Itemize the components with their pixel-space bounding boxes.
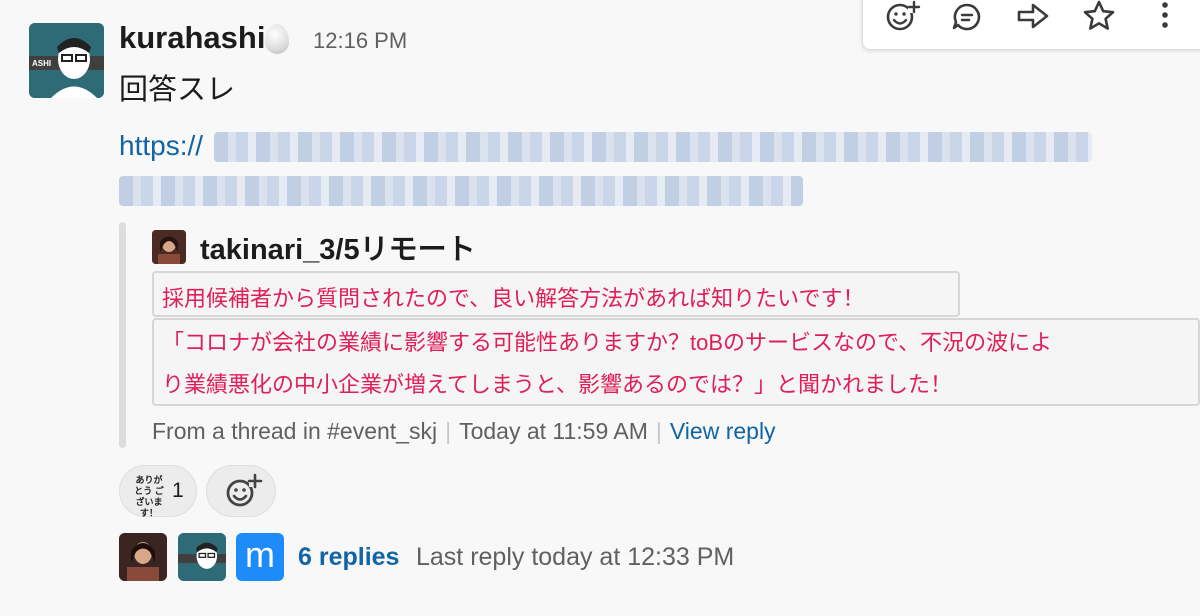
quote-code-line-1: 採用候補者から質問されたので、良い解答方法があれば知りたいです！: [152, 271, 960, 317]
add-reaction-icon: [226, 473, 263, 507]
quote-source-channel[interactable]: From a thread in #event_skj: [152, 418, 437, 444]
blurred-link-line-2[interactable]: [119, 176, 803, 206]
quote-time[interactable]: Today at 11:59 AM: [459, 418, 648, 444]
egg-status-icon: [265, 24, 289, 54]
add-reaction-button[interactable]: [206, 465, 276, 517]
message-actions-toolbar: [862, 0, 1200, 50]
add-reaction-icon[interactable]: [879, 0, 923, 35]
reply-avatar-kurahashi[interactable]: [178, 533, 226, 581]
quote-author-avatar: [152, 230, 186, 264]
message-link[interactable]: https://: [119, 130, 203, 162]
quote-author[interactable]: takinari_3/5リモート: [200, 226, 476, 268]
meta-separator: |: [655, 418, 662, 444]
arigatou-emoji-icon: ありがとう ございます！: [134, 475, 164, 518]
quote-text-2a: 「コロナが会社の業績に影響する可能性ありますか？toBのサービスなので、不況の波…: [162, 330, 1053, 355]
message-timestamp[interactable]: 12:16 PM: [313, 28, 407, 54]
quote-code-block-2: 「コロナが会社の業績に影響する可能性ありますか？toBのサービスなので、不況の波…: [152, 318, 1200, 406]
share-icon[interactable]: [1011, 0, 1055, 35]
message-text: 回答スレ: [119, 74, 236, 106]
quote-text-1: 採用候補者から質問されたので、良い解答方法があれば知りたいです！: [162, 286, 865, 311]
last-reply-time: Last reply today at 12:33 PM: [416, 543, 735, 571]
svg-text:ASHI: ASHI: [32, 59, 51, 68]
blurred-link-line-1[interactable]: [214, 132, 1092, 162]
meta-separator: |: [445, 418, 452, 444]
reaction-count: 1: [172, 479, 184, 502]
sender-name[interactable]: kurahashi: [119, 20, 265, 56]
reply-avatar-m[interactable]: m: [236, 533, 284, 581]
user-avatar[interactable]: ASHI: [29, 23, 104, 98]
star-icon[interactable]: [1077, 0, 1121, 35]
more-actions-icon[interactable]: [1143, 0, 1187, 35]
quote-bar: [119, 222, 126, 448]
reaction-arigatou[interactable]: ありがとう ございます！ 1: [119, 465, 197, 518]
reply-in-thread-icon[interactable]: [945, 0, 989, 35]
replies-count-link[interactable]: 6 replies: [298, 543, 399, 572]
quote-meta: From a thread in #event_skj | Today at 11:…: [152, 418, 776, 445]
view-reply-link[interactable]: View reply: [670, 418, 776, 444]
quote-text-2b: り業績悪化の中小企業が増えてしまうと、影響あるのでは？」と聞かれました！: [162, 372, 953, 397]
reply-avatar-takinari[interactable]: [119, 533, 167, 581]
